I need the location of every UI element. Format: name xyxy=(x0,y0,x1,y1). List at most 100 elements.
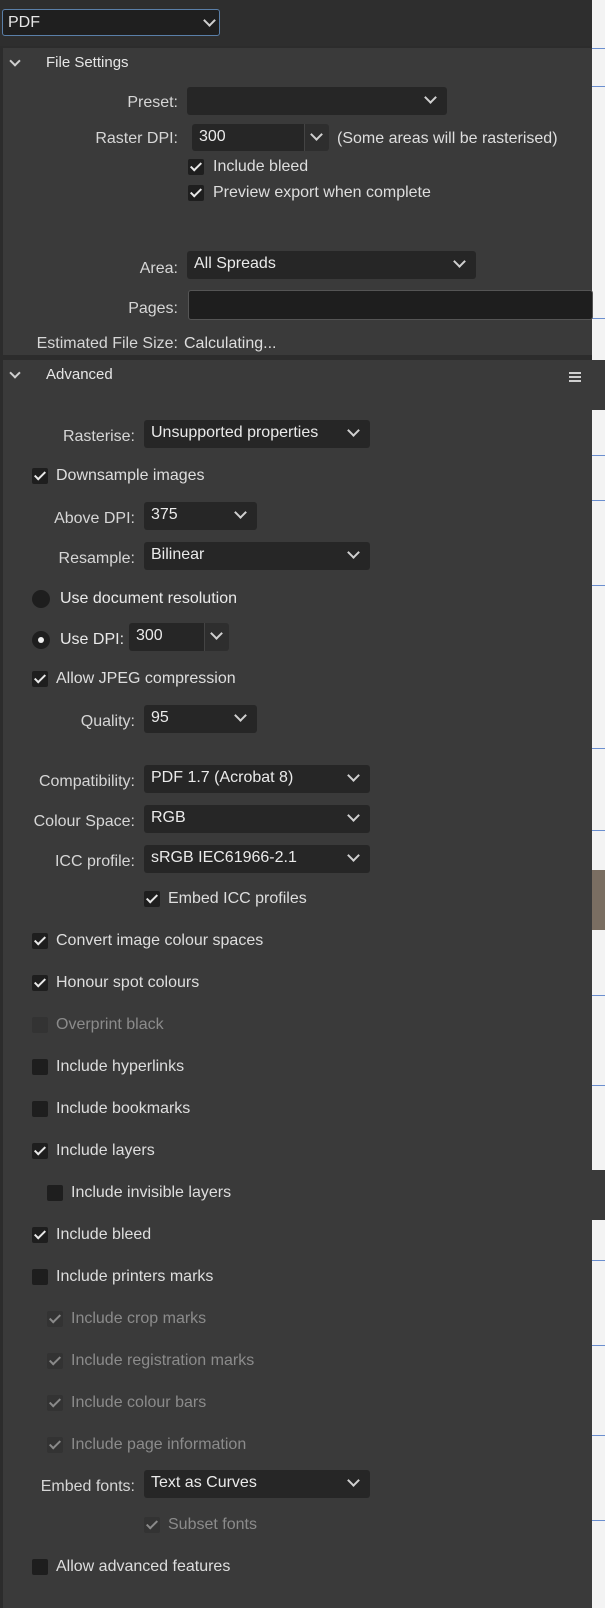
chevron-down-icon xyxy=(347,809,360,822)
overprint-black-checkbox xyxy=(32,1017,48,1033)
chevron-down-icon xyxy=(424,91,437,104)
raster-dpi-label: Raster DPI: xyxy=(95,130,178,147)
quality-value: 95 xyxy=(151,709,169,726)
subset-fonts-checkbox xyxy=(144,1517,160,1533)
resample-select[interactable]: Bilinear xyxy=(144,542,370,570)
honour-spot-checkbox[interactable] xyxy=(32,975,48,991)
include-registration-marks-label: Include registration marks xyxy=(71,1352,255,1369)
format-value: PDF xyxy=(8,14,40,31)
pages-label: Pages: xyxy=(128,300,178,317)
chevron-down-icon[interactable] xyxy=(9,55,21,67)
use-document-resolution-label: Use document resolution xyxy=(60,590,237,607)
include-page-info-checkbox xyxy=(47,1437,63,1453)
preset-select[interactable] xyxy=(187,87,447,115)
chevron-down-icon xyxy=(347,849,360,862)
downsample-label: Downsample images xyxy=(56,467,205,484)
include-bleed-adv-checkbox[interactable] xyxy=(32,1227,48,1243)
include-colour-bars-label: Include colour bars xyxy=(71,1394,207,1411)
chevron-down-icon xyxy=(347,769,360,782)
include-crop-marks-label: Include crop marks xyxy=(71,1310,207,1327)
embed-fonts-label: Embed fonts: xyxy=(40,1478,135,1495)
include-layers-label: Include layers xyxy=(56,1142,155,1159)
preview-export-checkbox[interactable] xyxy=(188,185,204,201)
allow-jpeg-label: Allow JPEG compression xyxy=(56,670,236,687)
honour-spot-label: Honour spot colours xyxy=(56,974,200,991)
rasterise-select[interactable]: Unsupported properties xyxy=(144,420,370,448)
include-bleed-checkbox[interactable] xyxy=(188,159,204,175)
embed-icc-checkbox[interactable] xyxy=(144,891,160,907)
use-document-resolution-radio[interactable] xyxy=(32,590,50,608)
icc-profile-value: sRGB IEC61966-2.1 xyxy=(151,849,297,866)
raster-dpi-combo[interactable]: 300 xyxy=(192,124,329,151)
file-settings-title: File Settings xyxy=(46,54,129,71)
raster-dpi-dropdown[interactable] xyxy=(304,124,329,151)
document-preview-edge xyxy=(592,0,605,1608)
compatibility-select[interactable]: PDF 1.7 (Acrobat 8) xyxy=(144,765,370,793)
include-hyperlinks-label: Include hyperlinks xyxy=(56,1058,185,1075)
chevron-down-icon xyxy=(234,506,247,519)
compatibility-label: Compatibility: xyxy=(38,773,135,790)
file-settings-panel: File Settings Preset: Raster DPI: 300 (S… xyxy=(3,48,593,355)
include-invisible-layers-label: Include invisible layers xyxy=(71,1184,232,1201)
include-hyperlinks-checkbox[interactable] xyxy=(32,1059,48,1075)
chevron-down-icon[interactable] xyxy=(9,367,21,379)
estimated-size-value: Calculating... xyxy=(184,335,277,352)
resample-label: Resample: xyxy=(58,550,135,567)
area-value: All Spreads xyxy=(194,255,276,272)
subset-fonts-label: Subset fonts xyxy=(168,1516,257,1533)
include-bleed-adv-label: Include bleed xyxy=(56,1226,152,1243)
quality-label: Quality: xyxy=(80,713,135,730)
advanced-title: Advanced xyxy=(46,366,113,383)
include-invisible-layers-checkbox[interactable] xyxy=(47,1185,63,1201)
area-label: Area: xyxy=(139,260,178,277)
advanced-panel: Advanced Rasterise: Unsupported properti… xyxy=(3,360,592,1608)
colour-space-label: Colour Space: xyxy=(33,813,135,830)
compatibility-value: PDF 1.7 (Acrobat 8) xyxy=(151,769,294,786)
include-page-info-label: Include page information xyxy=(71,1436,247,1453)
raster-note: (Some areas will be rasterised) xyxy=(337,130,558,147)
downsample-checkbox[interactable] xyxy=(32,468,48,484)
icc-profile-select[interactable]: sRGB IEC61966-2.1 xyxy=(144,845,370,873)
raster-dpi-value: 300 xyxy=(199,128,226,145)
chevron-down-icon xyxy=(234,709,247,722)
chevron-down-icon xyxy=(347,424,360,437)
include-registration-marks-checkbox xyxy=(47,1353,63,1369)
allow-advanced-label: Allow advanced features xyxy=(56,1558,231,1575)
allow-jpeg-checkbox[interactable] xyxy=(32,671,48,687)
rasterise-label: Rasterise: xyxy=(62,428,135,445)
convert-colour-label: Convert image colour spaces xyxy=(56,932,264,949)
colour-space-value: RGB xyxy=(151,809,186,826)
preset-label: Preset: xyxy=(127,94,178,111)
use-dpi-combo[interactable]: 300 xyxy=(129,623,229,651)
above-dpi-select[interactable]: 375 xyxy=(144,502,257,530)
include-colour-bars-checkbox xyxy=(47,1395,63,1411)
include-bleed-label: Include bleed xyxy=(213,158,309,175)
pages-input[interactable] xyxy=(188,290,593,320)
above-dpi-value: 375 xyxy=(151,506,178,523)
area-select[interactable]: All Spreads xyxy=(187,251,476,279)
quality-select[interactable]: 95 xyxy=(144,705,257,733)
include-layers-checkbox[interactable] xyxy=(32,1143,48,1159)
use-dpi-value: 300 xyxy=(136,627,163,644)
embed-fonts-value: Text as Curves xyxy=(151,1474,257,1491)
panel-menu-icon[interactable] xyxy=(569,372,581,384)
convert-colour-checkbox[interactable] xyxy=(32,933,48,949)
embed-fonts-select[interactable]: Text as Curves xyxy=(144,1470,370,1498)
include-crop-marks-checkbox xyxy=(47,1311,63,1327)
chevron-down-icon xyxy=(210,627,223,640)
colour-space-select[interactable]: RGB xyxy=(144,805,370,833)
include-printers-marks-label: Include printers marks xyxy=(56,1268,214,1285)
above-dpi-label: Above DPI: xyxy=(54,510,135,527)
include-printers-marks-checkbox[interactable] xyxy=(32,1269,48,1285)
format-select[interactable]: PDF xyxy=(2,9,220,36)
preview-export-label: Preview export when complete xyxy=(213,184,431,201)
include-bookmarks-checkbox[interactable] xyxy=(32,1101,48,1117)
chevron-down-icon xyxy=(203,14,216,27)
embed-icc-label: Embed ICC profiles xyxy=(168,890,307,907)
use-dpi-radio[interactable] xyxy=(32,631,50,649)
chevron-down-icon xyxy=(347,546,360,559)
allow-advanced-checkbox[interactable] xyxy=(32,1559,48,1575)
use-dpi-dropdown[interactable] xyxy=(204,623,229,651)
chevron-down-icon xyxy=(347,1474,360,1487)
estimated-size-label: Estimated File Size: xyxy=(36,335,178,352)
